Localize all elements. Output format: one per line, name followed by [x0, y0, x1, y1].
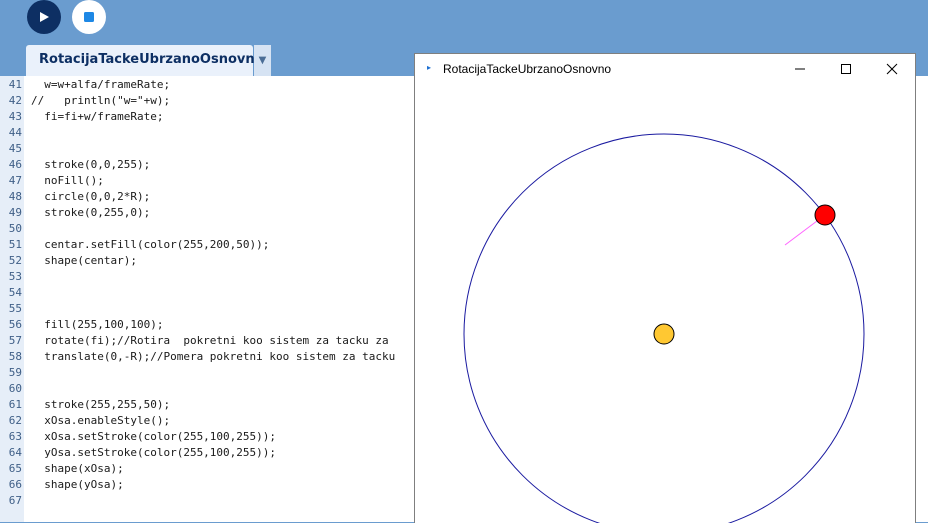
code-line: 47 noFill(); — [0, 173, 395, 189]
line-number: 43 — [8, 110, 22, 123]
code-line: 65 shape(xOsa); — [0, 461, 395, 477]
code-text: shape(centar); — [31, 254, 137, 267]
line-number: 62 — [8, 414, 22, 427]
code-text: xOsa.setStroke(color(255,100,255)); — [31, 430, 277, 443]
code-text: w=w+alfa/frameRate; — [31, 78, 171, 91]
code-text: fill(255,100,100); — [31, 318, 164, 331]
chevron-down-icon: ▼ — [258, 55, 267, 66]
sketch-window-title: RotacijaTackeUbrzanoOsnovno — [443, 62, 612, 76]
code-line: 58 translate(0,-R);//Pomera pokretni koo… — [0, 349, 396, 365]
code-line: 54 — [0, 285, 395, 301]
code-text: circle(0,0,2*R); — [31, 190, 151, 203]
code-line: 57 rotate(fi);//Rotira pokretni koo sist… — [0, 333, 395, 349]
tab-label: RotacijaTackeUbrzanoOsnovno — [39, 52, 264, 67]
stop-button[interactable] — [72, 0, 106, 34]
play-icon — [40, 12, 49, 22]
code-line: 43 fi=fi+w/frameRate; — [0, 109, 395, 125]
line-number: 45 — [8, 142, 22, 155]
code-text: fi=fi+w/frameRate; — [31, 110, 164, 123]
sketch-window[interactable]: ▸ RotacijaTackeUbrzanoOsnovno — [414, 53, 916, 523]
line-number: 59 — [8, 366, 22, 379]
minimize-icon — [795, 68, 805, 70]
code-line: 59 — [0, 365, 395, 381]
code-text: shape(yOsa); — [31, 478, 124, 491]
center-disc — [653, 323, 675, 345]
line-number: 66 — [8, 478, 22, 491]
code-text: centar.setFill(color(255,200,50)); — [31, 238, 270, 251]
stop-icon — [84, 12, 94, 22]
line-number: 58 — [8, 350, 22, 363]
code-line: 44 — [0, 125, 395, 141]
code-line: 55 — [0, 301, 395, 317]
line-number: 44 — [8, 126, 22, 139]
line-number: 46 — [8, 158, 22, 171]
line-number: 56 — [8, 318, 22, 331]
code-line: 67 — [0, 493, 395, 509]
code-text: stroke(255,255,50); — [31, 398, 171, 411]
code-line: 46 stroke(0,0,255); — [0, 157, 395, 173]
tab-menu-button[interactable]: ▼ — [254, 45, 271, 76]
code-line: 49 stroke(0,255,0); — [0, 205, 395, 221]
line-number: 55 — [8, 302, 22, 315]
line-number: 49 — [8, 206, 22, 219]
maximize-button[interactable] — [823, 54, 869, 84]
processing-app-icon: ▸ — [427, 63, 432, 72]
line-number: 64 — [8, 446, 22, 459]
code-line: 61 stroke(255,255,50); — [0, 397, 395, 413]
code-text: translate(0,-R);//Pomera pokretni koo si… — [31, 350, 396, 363]
line-number: 54 — [8, 286, 22, 299]
code-line: 48 circle(0,0,2*R); — [0, 189, 395, 205]
code-text: stroke(0,0,255); — [31, 158, 151, 171]
line-number: 65 — [8, 462, 22, 475]
code-line: 52 shape(centar); — [0, 253, 395, 269]
code-line: 42 // println("w="+w); — [0, 93, 395, 109]
maximize-icon — [841, 64, 851, 74]
line-number: 57 — [8, 334, 22, 347]
code-text: yOsa.setStroke(color(255,100,255)); — [31, 446, 277, 459]
code-text: shape(xOsa); — [31, 462, 124, 475]
code-line: 60 — [0, 381, 395, 397]
code-lines: 41 w=w+alfa/frameRate; 42// println("w="+… — [0, 77, 396, 509]
code-text: // println("w="+w); — [31, 94, 171, 107]
code-text: rotate(fi);//Rotira pokretni koo sistem … — [31, 334, 389, 347]
line-number: 47 — [8, 174, 22, 187]
code-text: stroke(0,255,0); — [31, 206, 151, 219]
line-number: 51 — [8, 238, 22, 251]
run-button[interactable] — [27, 0, 61, 34]
line-number: 63 — [8, 430, 22, 443]
code-text: xOsa.enableStyle(); — [31, 414, 171, 427]
code-line: 63 xOsa.setStroke(color(255,100,255)); — [0, 429, 395, 445]
code-line: 62 xOsa.enableStyle(); — [0, 413, 395, 429]
code-line: 51 centar.setFill(color(255,200,50)); — [0, 237, 395, 253]
code-line: 66 shape(yOsa); — [0, 477, 395, 493]
close-icon — [886, 63, 898, 75]
code-line: 45 — [0, 141, 395, 157]
code-line: 64 yOsa.setStroke(color(255,100,255)); — [0, 445, 395, 461]
code-line: 41 w=w+alfa/frameRate; — [0, 77, 395, 93]
line-number: 52 — [8, 254, 22, 267]
minimize-button[interactable] — [777, 54, 823, 84]
code-text: noFill(); — [31, 174, 104, 187]
sketch-titlebar[interactable]: ▸ RotacijaTackeUbrzanoOsnovno — [415, 54, 915, 84]
code-line: 53 — [0, 269, 395, 285]
line-number: 67 — [8, 494, 22, 507]
line-number: 60 — [8, 382, 22, 395]
line-number: 61 — [8, 398, 22, 411]
line-number: 50 — [8, 222, 22, 235]
close-button[interactable] — [869, 54, 915, 84]
tab-sketch[interactable]: RotacijaTackeUbrzanoOsnovno — [26, 45, 264, 76]
code-line: 56 fill(255,100,100); — [0, 317, 395, 333]
line-number: 41 — [8, 78, 22, 91]
code-line: 50 — [0, 221, 395, 237]
line-number: 48 — [8, 190, 22, 203]
rotating-point — [814, 204, 836, 226]
sketch-canvas — [463, 133, 865, 523]
line-number: 42 — [8, 94, 22, 107]
line-number: 53 — [8, 270, 22, 283]
